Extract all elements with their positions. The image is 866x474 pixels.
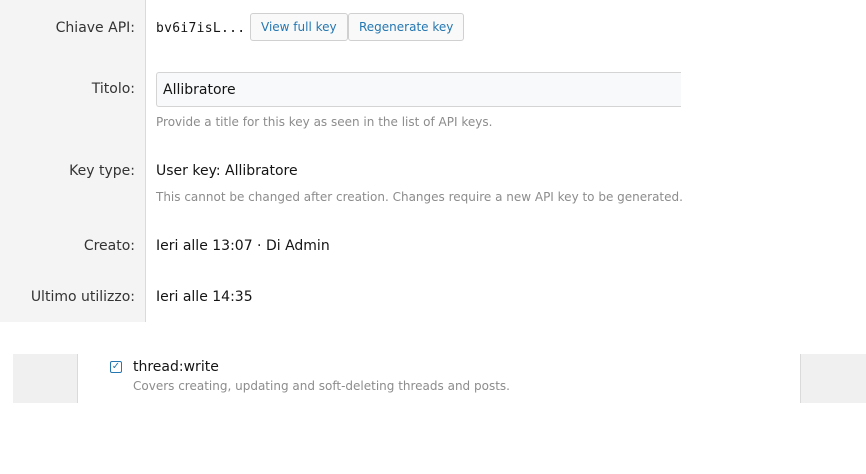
title-hint: Provide a title for this key as seen in … <box>156 115 493 129</box>
regenerate-key-button[interactable]: Regenerate key <box>348 13 465 41</box>
api-key-form: Chiave API: bv6i7isL... View full key Re… <box>0 0 866 322</box>
key-type-hint: This cannot be changed after creation. C… <box>156 190 683 204</box>
api-key-value: bv6i7isL... <box>156 21 246 36</box>
scope-checkbox[interactable]: ✓ <box>110 361 122 373</box>
scope-list: ✓ thread:write Covers creating, updating… <box>13 354 866 403</box>
scope-name: thread:write <box>133 359 219 375</box>
title-input[interactable] <box>156 72 696 107</box>
api-key-label: Chiave API: <box>55 20 135 36</box>
check-icon: ✓ <box>111 361 121 372</box>
scope-description: Covers creating, updating and soft-delet… <box>133 379 510 393</box>
scope-right-panel <box>800 354 866 403</box>
scope-left-panel <box>13 354 78 403</box>
last-used-value: Ieri alle 14:35 <box>156 289 253 305</box>
created-label: Creato: <box>83 238 135 254</box>
created-value: Ieri alle 13:07 · Di Admin <box>156 238 330 254</box>
key-type-value: User key: Allibratore <box>156 163 298 179</box>
key-type-label: Key type: <box>69 163 135 179</box>
form-label-column <box>0 0 146 322</box>
input-clip <box>681 60 866 120</box>
last-used-label: Ultimo utilizzo: <box>30 289 135 305</box>
view-full-key-button[interactable]: View full key <box>250 13 348 41</box>
title-label: Titolo: <box>91 81 135 97</box>
